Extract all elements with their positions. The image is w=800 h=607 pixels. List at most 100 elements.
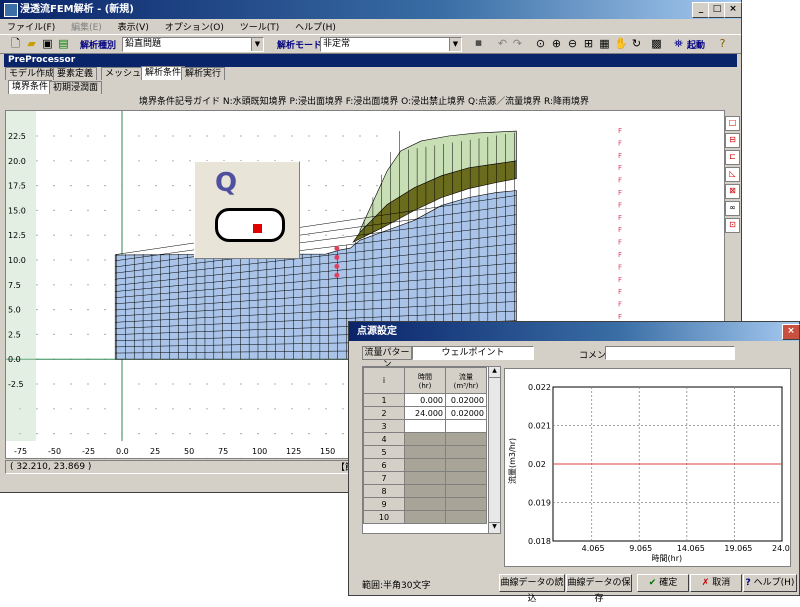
- grid-dot: [172, 383, 173, 384]
- grid-dot: [342, 433, 343, 434]
- flow-cell[interactable]: [446, 511, 487, 524]
- table-row[interactable]: 8: [364, 485, 487, 498]
- grid-dot: [104, 284, 105, 285]
- menu-view[interactable]: 表示(V): [111, 19, 155, 33]
- boundary-o-icon[interactable]: ◺: [725, 167, 740, 182]
- time-cell[interactable]: [405, 446, 446, 459]
- grid-dot: [206, 408, 207, 409]
- point-source-dialog: 点源設定 × 流量パターン ウェルポイント コメント i 時間 (hr) 流量 …: [348, 321, 800, 596]
- grid-dot: [325, 235, 326, 236]
- table-row[interactable]: 5: [364, 446, 487, 459]
- boundary-n-icon[interactable]: □: [725, 116, 740, 131]
- menu-edit[interactable]: 編集(E): [64, 19, 108, 33]
- table-scrollbar[interactable]: ▲ ▼: [488, 367, 500, 533]
- boundary-f-icon[interactable]: ⊏: [725, 150, 740, 165]
- flow-cell[interactable]: [446, 498, 487, 511]
- range-text: 範囲:半角30文字: [362, 578, 431, 591]
- x-tick-label: -25: [82, 447, 95, 456]
- calculator-icon[interactable]: ▩: [650, 37, 663, 50]
- save-icon[interactable]: ▣: [41, 37, 54, 50]
- time-cell[interactable]: [405, 420, 446, 433]
- grid-dot: [87, 284, 88, 285]
- redo-icon[interactable]: ↷: [511, 37, 524, 50]
- analysis-type-select[interactable]: 鉛直問題 ▼: [122, 37, 264, 52]
- flow-cell[interactable]: [446, 485, 487, 498]
- scroll-up-icon[interactable]: ▲: [489, 367, 500, 378]
- time-cell[interactable]: [405, 511, 446, 524]
- help-button[interactable]: ? ヘルプ(H): [743, 574, 797, 592]
- tab-elements[interactable]: 要素定義: [53, 67, 97, 80]
- zoom-window-icon[interactable]: ⊙: [534, 37, 547, 50]
- boundary-r-icon[interactable]: ⊠: [725, 184, 740, 199]
- start-icon[interactable]: ⛯: [672, 37, 685, 50]
- menu-help[interactable]: ヘルプ(H): [288, 19, 342, 33]
- time-cell[interactable]: [405, 433, 446, 446]
- zoom-in-icon[interactable]: ⊕: [550, 37, 563, 50]
- save-curve-button[interactable]: 曲線データの保存: [566, 574, 632, 592]
- menu-file[interactable]: ファイル(F): [0, 19, 61, 33]
- new-file-icon[interactable]: 🗋: [9, 37, 22, 50]
- table-row[interactable]: 9: [364, 498, 487, 511]
- time-cell[interactable]: [405, 498, 446, 511]
- flow-cell[interactable]: [446, 433, 487, 446]
- ok-button[interactable]: ✔ 確定: [637, 574, 689, 592]
- table-row[interactable]: 7: [364, 472, 487, 485]
- grid-dot: [325, 210, 326, 211]
- table-row[interactable]: 3: [364, 420, 487, 433]
- flow-cell[interactable]: [446, 446, 487, 459]
- tab-run[interactable]: 解析実行: [181, 67, 225, 80]
- time-cell[interactable]: 24.000: [405, 407, 446, 420]
- pan-hand-icon[interactable]: ✋: [614, 37, 627, 50]
- boundary-q-icon[interactable]: ∞: [725, 201, 740, 216]
- comment-field[interactable]: [605, 346, 735, 360]
- zoom-out-icon[interactable]: ⊖: [566, 37, 579, 50]
- subtab-boundary[interactable]: 境界条件: [8, 80, 52, 94]
- row-index: 8: [364, 485, 405, 498]
- start-label[interactable]: 起動: [687, 38, 705, 51]
- cancel-button[interactable]: ✗ 取消: [690, 574, 742, 592]
- table-row[interactable]: 10: [364, 511, 487, 524]
- flow-cell[interactable]: [446, 420, 487, 433]
- boundary-edit-icon[interactable]: ⊡: [725, 218, 740, 233]
- subtab-initial[interactable]: 初期浸潤面: [49, 81, 102, 94]
- flow-cell[interactable]: 0.02000: [446, 407, 487, 420]
- grid-dot: [325, 433, 326, 434]
- open-folder-icon[interactable]: ▰: [25, 37, 38, 50]
- menu-tools[interactable]: ツール(T): [233, 19, 286, 33]
- export-icon[interactable]: ▤: [57, 37, 70, 50]
- flow-cell[interactable]: [446, 472, 487, 485]
- boundary-p-icon[interactable]: ⊟: [725, 133, 740, 148]
- grid-dot: [308, 408, 309, 409]
- post-icon[interactable]: ▦: [472, 37, 485, 50]
- table-row[interactable]: 6: [364, 459, 487, 472]
- time-cell[interactable]: [405, 472, 446, 485]
- time-cell[interactable]: 0.000: [405, 394, 446, 407]
- undo-icon[interactable]: ↶: [496, 37, 509, 50]
- dialog-close-button[interactable]: ×: [782, 324, 800, 340]
- tab-model[interactable]: モデル作成: [5, 67, 58, 80]
- fit-icon[interactable]: ⊞: [582, 37, 595, 50]
- grid-icon[interactable]: ▦: [598, 37, 611, 50]
- grid-dot: [206, 383, 207, 384]
- scroll-down-icon[interactable]: ▼: [489, 522, 500, 533]
- grid-dot: [36, 309, 37, 310]
- table-row[interactable]: 224.0000.02000: [364, 407, 487, 420]
- flow-cell[interactable]: 0.02000: [446, 394, 487, 407]
- analysis-mode-select[interactable]: 非定常 ▼: [320, 37, 462, 52]
- table-row[interactable]: 10.0000.02000: [364, 394, 487, 407]
- row-index: 6: [364, 459, 405, 472]
- table-row[interactable]: 4: [364, 433, 487, 446]
- menu-options[interactable]: オプション(O): [158, 19, 230, 33]
- flow-cell[interactable]: [446, 459, 487, 472]
- refresh-icon[interactable]: ↻: [630, 37, 643, 50]
- time-cell[interactable]: [405, 485, 446, 498]
- x-axis-label: 時間(hr): [652, 554, 683, 563]
- time-cell[interactable]: [405, 459, 446, 472]
- close-button[interactable]: ×: [724, 2, 742, 18]
- grid-dot: [87, 309, 88, 310]
- pattern-field[interactable]: ウェルポイント: [412, 346, 534, 360]
- help-icon[interactable]: ?: [716, 37, 729, 50]
- tab-conditions[interactable]: 解析条件: [141, 66, 185, 80]
- load-curve-button[interactable]: 曲線データの読込: [499, 574, 565, 592]
- x-tick-label: 25: [150, 447, 160, 456]
